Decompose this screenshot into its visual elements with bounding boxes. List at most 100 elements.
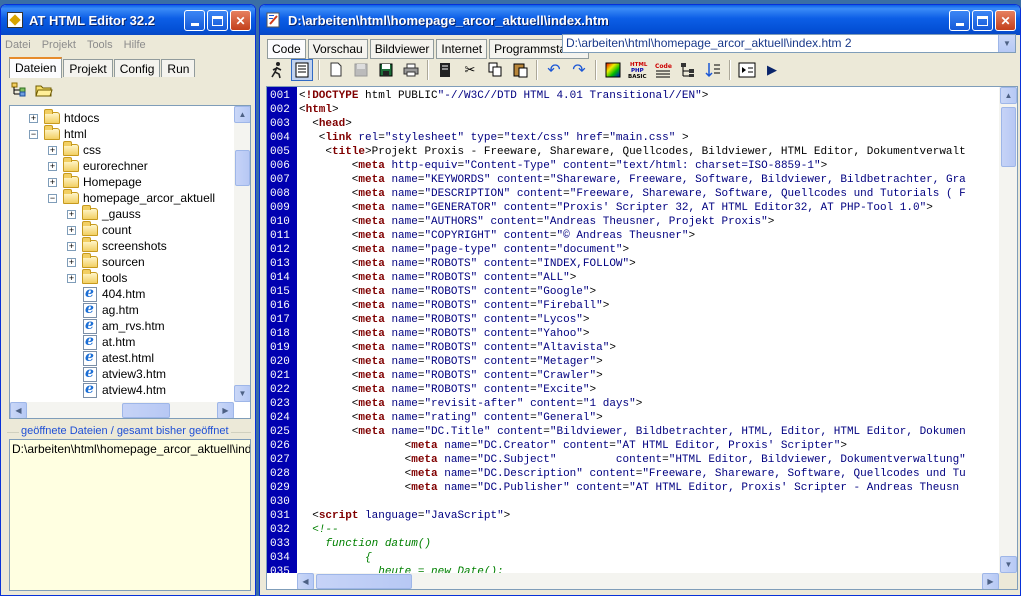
open-folder-icon[interactable] <box>35 82 53 98</box>
code-line[interactable]: <head> <box>299 117 352 131</box>
menu-tools[interactable]: Tools <box>87 39 113 51</box>
tree-vertical-scrollbar[interactable]: ▲ ▼ <box>234 106 250 402</box>
minimize-button[interactable] <box>184 10 205 31</box>
tree-folder-item[interactable]: + count <box>67 221 131 238</box>
editor-hscroll-thumb[interactable] <box>316 574 412 589</box>
expand-icon[interactable]: + <box>48 161 57 171</box>
expand-icon[interactable]: + <box>67 209 76 219</box>
tab-config[interactable]: Config <box>113 59 161 77</box>
undo-icon[interactable]: ↶ <box>543 59 565 81</box>
print-icon[interactable] <box>400 59 422 81</box>
editor-vertical-scrollbar[interactable]: ▲ ▼ <box>999 87 1017 573</box>
expand-icon[interactable]: + <box>48 145 57 155</box>
cut-icon[interactable]: ✂ <box>459 59 481 81</box>
code-line[interactable]: <meta name="ROBOTS" content="Excite"> <box>299 383 596 397</box>
save-icon[interactable] <box>375 59 397 81</box>
tree-folder-item[interactable]: + _gauss <box>67 205 141 222</box>
collapse-icon[interactable]: − <box>29 129 38 139</box>
editor-close-button[interactable]: ✕ <box>995 10 1016 31</box>
tree-file-item[interactable]: atview4.htm <box>67 381 166 398</box>
code-editor[interactable]: 001 002 003 004 005 006 007 008 009 010 011 012 013 0… <box>266 86 1018 590</box>
code-line[interactable]: <meta name="page-type" content="document… <box>299 243 629 257</box>
tree-file-item[interactable]: am_rvs.htm <box>67 317 165 334</box>
notebook-icon[interactable] <box>434 59 456 81</box>
file-tree[interactable]: + htdocs − html + css + eurorechner + Homepage − ho… <box>9 105 251 419</box>
sort-icon[interactable] <box>702 59 724 81</box>
code-line[interactable]: <link rel="stylesheet" type="text/css" h… <box>299 131 689 145</box>
tab-projekt[interactable]: Projekt <box>63 59 113 77</box>
color-icon[interactable] <box>602 59 624 81</box>
tree-hscroll-thumb[interactable] <box>122 403 170 418</box>
tree-folder-item[interactable]: + Homepage <box>48 173 142 190</box>
code-line[interactable]: <meta name="ROBOTS" content="Google"> <box>299 285 596 299</box>
code-line[interactable]: <!DOCTYPE html PUBLIC"-//W3C//DTD HTML 4… <box>299 89 708 103</box>
code-line[interactable]: <meta name="DESCRIPTION" content="Freewa… <box>299 187 966 201</box>
code-line[interactable]: heute = new Date(); <box>299 565 503 573</box>
tree-folder-item[interactable]: − html <box>29 125 87 142</box>
redo-icon[interactable]: ↷ <box>568 59 590 81</box>
tree-file-item[interactable]: ag.htm <box>67 301 139 318</box>
menu-hilfe[interactable]: Hilfe <box>124 39 146 51</box>
maximize-button[interactable] <box>207 10 228 31</box>
scroll-right-button[interactable]: ▶ <box>217 402 234 418</box>
code-line[interactable]: <meta name="DC.Title" content="Bildviewe… <box>299 425 966 439</box>
code-line[interactable]: <meta http-equiv="Content-Type" content=… <box>299 159 827 173</box>
editor-minimize-button[interactable] <box>949 10 970 31</box>
code-icon[interactable]: Code <box>652 59 674 81</box>
editor-scroll-thumb[interactable] <box>1001 107 1016 167</box>
tree-scroll-thumb[interactable] <box>235 150 250 186</box>
code-line[interactable]: <meta name="DC.Subject" content="HTML Ed… <box>299 453 966 467</box>
scroll-left-button[interactable]: ◀ <box>10 402 27 418</box>
chevron-down-icon[interactable]: ▼ <box>998 35 1015 52</box>
code-line[interactable]: <meta name="GENERATOR" content="Proxis' … <box>299 201 933 215</box>
editor-scroll-up-button[interactable]: ▲ <box>1000 87 1017 104</box>
close-button[interactable]: ✕ <box>230 10 251 31</box>
html-php-basic-icon[interactable]: HTML PHP BASIC <box>627 59 649 81</box>
editor-horizontal-scrollbar[interactable]: ◀ ▶ <box>297 573 999 589</box>
open-files-list[interactable]: D:\arbeiten\html\homepage_arcor_aktuell\… <box>9 439 251 591</box>
expand-icon[interactable]: + <box>48 177 57 187</box>
tree-file-item[interactable]: atview3.htm <box>67 365 166 382</box>
editor-window-titlebar[interactable]: D:\arbeiten\html\homepage_arcor_aktuell\… <box>260 5 1020 35</box>
tree-horizontal-scrollbar[interactable]: ◀ ▶ <box>10 402 234 418</box>
code-line[interactable]: <meta name="ROBOTS" content="Altavista"> <box>299 341 616 355</box>
expand-icon[interactable]: + <box>29 113 38 123</box>
scroll-down-button[interactable]: ▼ <box>234 385 250 402</box>
code-line[interactable]: <meta name="ROBOTS" content="INDEX,FOLLO… <box>299 257 636 271</box>
code-line[interactable]: <title>Projekt Proxis - Freeware, Sharew… <box>299 145 965 159</box>
run-icon[interactable] <box>266 59 288 81</box>
tab-dateien[interactable]: Dateien <box>9 57 63 78</box>
code-line[interactable]: <meta name="ROBOTS" content="Metager"> <box>299 355 603 369</box>
save-disabled-icon[interactable] <box>350 59 372 81</box>
tree-folder-item[interactable]: − homepage_arcor_aktuell <box>48 189 215 206</box>
paste-icon[interactable] <box>509 59 531 81</box>
code-line[interactable]: <meta name="revisit-after" content="1 da… <box>299 397 643 411</box>
tree-folder-item[interactable]: + css <box>48 141 101 158</box>
code-line[interactable]: <meta name="DC.Creator" content="AT HTML… <box>299 439 847 453</box>
code-line[interactable]: <meta name="AUTHORS" content="Andreas Th… <box>299 215 775 229</box>
code-line[interactable]: <meta name="KEYWORDS" content="Shareware… <box>299 173 966 187</box>
collapse-icon[interactable]: − <box>48 193 57 203</box>
preview-icon[interactable] <box>736 59 758 81</box>
tree-folder-item[interactable]: + eurorechner <box>48 157 148 174</box>
open-file-item[interactable]: D:\arbeiten\html\homepage_arcor_aktuell\… <box>10 440 250 458</box>
new-file-icon[interactable] <box>325 59 347 81</box>
code-line[interactable]: <meta name="ROBOTS" content="Lycos"> <box>299 313 590 327</box>
code-line[interactable]: function datum() <box>299 537 431 551</box>
code-line[interactable]: { <box>299 551 372 565</box>
code-line[interactable]: <meta name="ROBOTS" content="Fireball"> <box>299 299 610 313</box>
editor-scroll-left-button[interactable]: ◀ <box>297 573 314 589</box>
code-line[interactable]: <!-- <box>299 523 338 537</box>
tab-run[interactable]: Run <box>161 59 196 77</box>
tree-view-icon[interactable] <box>11 82 29 98</box>
code-line[interactable]: <html> <box>299 103 339 117</box>
code-line[interactable]: <meta name="DC.Description" content="Fre… <box>299 467 966 481</box>
editor-scroll-down-button[interactable]: ▼ <box>1000 556 1017 573</box>
tree-file-item[interactable]: at.htm <box>67 333 135 350</box>
menu-projekt[interactable]: Projekt <box>42 39 76 51</box>
tree-file-item[interactable]: atest.html <box>67 349 154 366</box>
code-line[interactable]: <meta name="ROBOTS" content="Yahoo"> <box>299 327 590 341</box>
code-line[interactable]: <meta name="ROBOTS" content="ALL"> <box>299 271 577 285</box>
expand-icon[interactable]: + <box>67 273 76 283</box>
tree-file-item[interactable]: 404.htm <box>67 285 145 302</box>
